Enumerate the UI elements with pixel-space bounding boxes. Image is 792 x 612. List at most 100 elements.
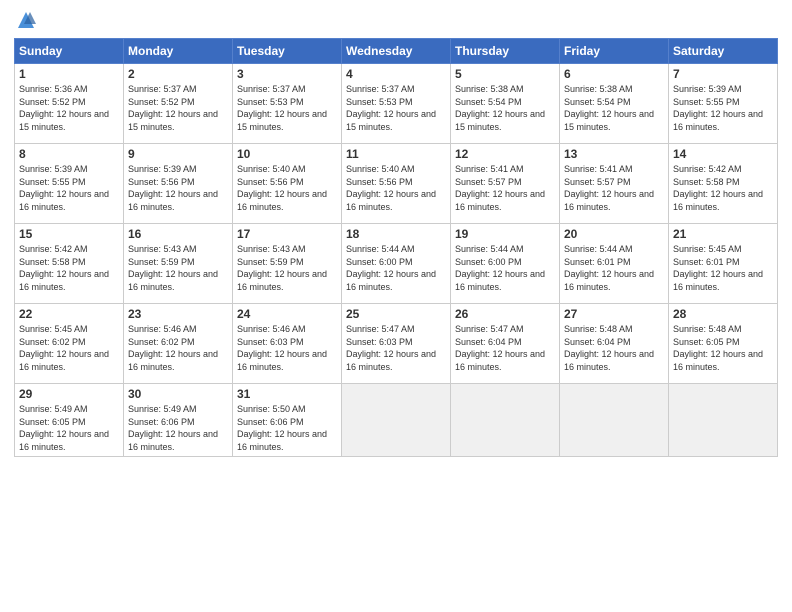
day-number: 3 — [237, 67, 337, 81]
day-info: Sunrise: 5:37 AMSunset: 5:53 PMDaylight:… — [237, 84, 327, 132]
weekday-header-sunday: Sunday — [15, 39, 124, 64]
calendar-cell: 27 Sunrise: 5:48 AMSunset: 6:04 PMDaylig… — [560, 304, 669, 384]
day-number: 24 — [237, 307, 337, 321]
day-info: Sunrise: 5:44 AMSunset: 6:01 PMDaylight:… — [564, 244, 654, 292]
day-number: 13 — [564, 147, 664, 161]
day-number: 2 — [128, 67, 228, 81]
header — [14, 10, 778, 30]
calendar-table: SundayMondayTuesdayWednesdayThursdayFrid… — [14, 38, 778, 457]
calendar-cell: 21 Sunrise: 5:45 AMSunset: 6:01 PMDaylig… — [669, 224, 778, 304]
calendar-cell: 30 Sunrise: 5:49 AMSunset: 6:06 PMDaylig… — [124, 384, 233, 457]
day-number: 29 — [19, 387, 119, 401]
calendar-cell: 29 Sunrise: 5:49 AMSunset: 6:05 PMDaylig… — [15, 384, 124, 457]
day-number: 14 — [673, 147, 773, 161]
calendar-cell: 20 Sunrise: 5:44 AMSunset: 6:01 PMDaylig… — [560, 224, 669, 304]
day-number: 12 — [455, 147, 555, 161]
day-number: 8 — [19, 147, 119, 161]
day-info: Sunrise: 5:49 AMSunset: 6:06 PMDaylight:… — [128, 404, 218, 452]
day-info: Sunrise: 5:37 AMSunset: 5:53 PMDaylight:… — [346, 84, 436, 132]
calendar-cell — [560, 384, 669, 457]
calendar-cell: 12 Sunrise: 5:41 AMSunset: 5:57 PMDaylig… — [451, 144, 560, 224]
day-info: Sunrise: 5:42 AMSunset: 5:58 PMDaylight:… — [673, 164, 763, 212]
day-info: Sunrise: 5:44 AMSunset: 6:00 PMDaylight:… — [455, 244, 545, 292]
calendar-cell — [669, 384, 778, 457]
day-info: Sunrise: 5:45 AMSunset: 6:01 PMDaylight:… — [673, 244, 763, 292]
calendar-cell: 8 Sunrise: 5:39 AMSunset: 5:55 PMDayligh… — [15, 144, 124, 224]
weekday-header-monday: Monday — [124, 39, 233, 64]
logo — [14, 10, 36, 30]
day-info: Sunrise: 5:46 AMSunset: 6:02 PMDaylight:… — [128, 324, 218, 372]
day-info: Sunrise: 5:41 AMSunset: 5:57 PMDaylight:… — [455, 164, 545, 212]
calendar-week-1: 1 Sunrise: 5:36 AMSunset: 5:52 PMDayligh… — [15, 64, 778, 144]
day-number: 7 — [673, 67, 773, 81]
calendar-cell: 28 Sunrise: 5:48 AMSunset: 6:05 PMDaylig… — [669, 304, 778, 384]
day-number: 31 — [237, 387, 337, 401]
calendar-cell: 13 Sunrise: 5:41 AMSunset: 5:57 PMDaylig… — [560, 144, 669, 224]
day-info: Sunrise: 5:45 AMSunset: 6:02 PMDaylight:… — [19, 324, 109, 372]
day-info: Sunrise: 5:37 AMSunset: 5:52 PMDaylight:… — [128, 84, 218, 132]
day-number: 11 — [346, 147, 446, 161]
calendar-cell: 1 Sunrise: 5:36 AMSunset: 5:52 PMDayligh… — [15, 64, 124, 144]
calendar-cell: 5 Sunrise: 5:38 AMSunset: 5:54 PMDayligh… — [451, 64, 560, 144]
day-number: 9 — [128, 147, 228, 161]
day-number: 18 — [346, 227, 446, 241]
day-number: 28 — [673, 307, 773, 321]
calendar-cell: 15 Sunrise: 5:42 AMSunset: 5:58 PMDaylig… — [15, 224, 124, 304]
weekday-header-tuesday: Tuesday — [233, 39, 342, 64]
day-info: Sunrise: 5:44 AMSunset: 6:00 PMDaylight:… — [346, 244, 436, 292]
weekday-header-thursday: Thursday — [451, 39, 560, 64]
day-info: Sunrise: 5:46 AMSunset: 6:03 PMDaylight:… — [237, 324, 327, 372]
calendar-week-2: 8 Sunrise: 5:39 AMSunset: 5:55 PMDayligh… — [15, 144, 778, 224]
day-number: 6 — [564, 67, 664, 81]
calendar-cell: 3 Sunrise: 5:37 AMSunset: 5:53 PMDayligh… — [233, 64, 342, 144]
day-info: Sunrise: 5:43 AMSunset: 5:59 PMDaylight:… — [128, 244, 218, 292]
day-info: Sunrise: 5:48 AMSunset: 6:04 PMDaylight:… — [564, 324, 654, 372]
weekday-header-row: SundayMondayTuesdayWednesdayThursdayFrid… — [15, 39, 778, 64]
calendar-cell — [451, 384, 560, 457]
calendar-cell: 31 Sunrise: 5:50 AMSunset: 6:06 PMDaylig… — [233, 384, 342, 457]
weekday-header-friday: Friday — [560, 39, 669, 64]
day-number: 30 — [128, 387, 228, 401]
calendar-container: SundayMondayTuesdayWednesdayThursdayFrid… — [0, 0, 792, 612]
calendar-cell: 23 Sunrise: 5:46 AMSunset: 6:02 PMDaylig… — [124, 304, 233, 384]
day-info: Sunrise: 5:40 AMSunset: 5:56 PMDaylight:… — [346, 164, 436, 212]
calendar-week-4: 22 Sunrise: 5:45 AMSunset: 6:02 PMDaylig… — [15, 304, 778, 384]
day-number: 25 — [346, 307, 446, 321]
day-number: 17 — [237, 227, 337, 241]
calendar-week-3: 15 Sunrise: 5:42 AMSunset: 5:58 PMDaylig… — [15, 224, 778, 304]
day-number: 1 — [19, 67, 119, 81]
day-info: Sunrise: 5:48 AMSunset: 6:05 PMDaylight:… — [673, 324, 763, 372]
calendar-cell — [342, 384, 451, 457]
calendar-cell: 4 Sunrise: 5:37 AMSunset: 5:53 PMDayligh… — [342, 64, 451, 144]
day-info: Sunrise: 5:39 AMSunset: 5:55 PMDaylight:… — [673, 84, 763, 132]
calendar-cell: 11 Sunrise: 5:40 AMSunset: 5:56 PMDaylig… — [342, 144, 451, 224]
day-number: 16 — [128, 227, 228, 241]
calendar-cell: 10 Sunrise: 5:40 AMSunset: 5:56 PMDaylig… — [233, 144, 342, 224]
day-number: 15 — [19, 227, 119, 241]
calendar-cell: 9 Sunrise: 5:39 AMSunset: 5:56 PMDayligh… — [124, 144, 233, 224]
day-number: 4 — [346, 67, 446, 81]
day-info: Sunrise: 5:39 AMSunset: 5:56 PMDaylight:… — [128, 164, 218, 212]
day-number: 21 — [673, 227, 773, 241]
day-number: 10 — [237, 147, 337, 161]
day-info: Sunrise: 5:38 AMSunset: 5:54 PMDaylight:… — [455, 84, 545, 132]
day-info: Sunrise: 5:50 AMSunset: 6:06 PMDaylight:… — [237, 404, 327, 452]
day-number: 22 — [19, 307, 119, 321]
day-number: 26 — [455, 307, 555, 321]
calendar-cell: 17 Sunrise: 5:43 AMSunset: 5:59 PMDaylig… — [233, 224, 342, 304]
calendar-cell: 7 Sunrise: 5:39 AMSunset: 5:55 PMDayligh… — [669, 64, 778, 144]
weekday-header-wednesday: Wednesday — [342, 39, 451, 64]
calendar-cell: 14 Sunrise: 5:42 AMSunset: 5:58 PMDaylig… — [669, 144, 778, 224]
day-number: 19 — [455, 227, 555, 241]
calendar-cell: 16 Sunrise: 5:43 AMSunset: 5:59 PMDaylig… — [124, 224, 233, 304]
day-info: Sunrise: 5:42 AMSunset: 5:58 PMDaylight:… — [19, 244, 109, 292]
day-info: Sunrise: 5:36 AMSunset: 5:52 PMDaylight:… — [19, 84, 109, 132]
day-info: Sunrise: 5:47 AMSunset: 6:04 PMDaylight:… — [455, 324, 545, 372]
day-info: Sunrise: 5:41 AMSunset: 5:57 PMDaylight:… — [564, 164, 654, 212]
calendar-cell: 18 Sunrise: 5:44 AMSunset: 6:00 PMDaylig… — [342, 224, 451, 304]
day-info: Sunrise: 5:40 AMSunset: 5:56 PMDaylight:… — [237, 164, 327, 212]
day-info: Sunrise: 5:47 AMSunset: 6:03 PMDaylight:… — [346, 324, 436, 372]
day-number: 27 — [564, 307, 664, 321]
day-number: 5 — [455, 67, 555, 81]
day-number: 23 — [128, 307, 228, 321]
